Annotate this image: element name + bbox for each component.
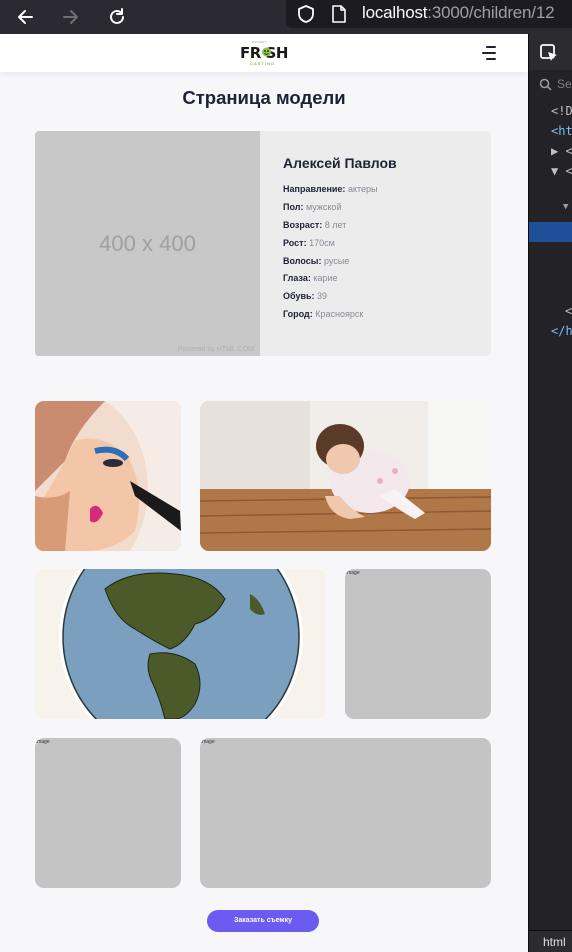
attr-key: Возраст: [283, 219, 323, 230]
attr-row: Глаза: карие [283, 273, 378, 291]
gallery-photo-baby[interactable] [200, 401, 491, 551]
dom-line[interactable]: <!D [529, 104, 572, 124]
page-title: Страница модели [182, 87, 346, 108]
arrow-left-icon [18, 10, 33, 24]
makeup-photo [35, 401, 181, 551]
model-name: Алексей Павлов [283, 155, 397, 171]
gallery-image-broken[interactable]: image [345, 569, 491, 719]
attr-key: Рост: [283, 237, 307, 248]
dom-line[interactable]: </h [529, 324, 572, 344]
logo-apple-icon [262, 47, 271, 57]
attr-value: карие [313, 273, 338, 284]
photo-placeholder-footer: Powered by HTML.COM [177, 346, 254, 353]
dom-selected-row[interactable] [529, 222, 572, 242]
menu-icon[interactable] [478, 44, 496, 62]
attr-row: Возраст: 8 лет [283, 220, 378, 238]
attr-key: Направление: [283, 184, 346, 194]
attr-value: русые [323, 255, 350, 266]
page-viewport: ПРОЕКТ FR SH CASTING Страница модели 400… [0, 34, 528, 952]
attr-value: 170см [309, 237, 335, 248]
page-icon[interactable] [330, 4, 348, 24]
devtools-search[interactable]: Se [529, 74, 572, 96]
gallery-image-broken[interactable]: image [35, 738, 181, 888]
devtools-search-placeholder: Se [557, 77, 572, 91]
element-picker-icon[interactable] [539, 43, 559, 63]
devtools-panel: Se <!D <ht ▶ < ▼ < ▼ < </h html [528, 34, 572, 952]
address-bar[interactable]: localhost:3000/children/12 [286, 0, 572, 28]
attr-value: актеры [347, 184, 378, 194]
attr-key: Волосы: [283, 255, 322, 266]
globe-photo [35, 569, 326, 719]
attr-value: мужской [305, 201, 342, 212]
attr-value: 8 лет [324, 219, 347, 230]
arrow-right-icon [63, 10, 78, 24]
image-alt-text: image [201, 739, 215, 745]
model-photo: 400 x 400 Powered by HTML.COM [35, 131, 260, 356]
site-logo[interactable]: ПРОЕКТ FR SH CASTING [238, 40, 290, 68]
dom-line[interactable]: ▶ < [529, 144, 572, 164]
url-path: :3000/children/12 [427, 3, 555, 22]
attr-row: Направление: актеры [283, 184, 378, 202]
devtools-toolbar [529, 34, 572, 70]
browser-toolbar: localhost:3000/children/12 [0, 0, 572, 34]
attr-row: Обувь: 39 [283, 291, 378, 309]
dom-line[interactable]: ▼ [529, 202, 572, 222]
attr-key: Глаза: [283, 273, 311, 284]
attr-value: Красноярск [315, 309, 364, 320]
photo-placeholder-text: 400 x 400 [99, 231, 196, 256]
gallery-photo-globe[interactable] [35, 569, 326, 719]
attr-key: Пол: [283, 201, 304, 212]
attr-key: Город: [283, 309, 313, 320]
image-alt-text: image [346, 570, 360, 576]
attr-key: Обувь: [283, 291, 315, 302]
attr-row: Пол: мужской [283, 202, 378, 220]
attr-row: Волосы: русые [283, 256, 378, 274]
devtools-breadcrumb: html [529, 930, 572, 952]
attr-row: Рост: 170см [283, 238, 378, 256]
model-attributes: Направление: актеры Пол: мужской Возраст… [283, 184, 378, 327]
dom-line[interactable]: ▼ < [529, 164, 572, 184]
shield-icon[interactable] [296, 4, 316, 24]
order-shoot-button[interactable]: Заказать съемку [207, 910, 319, 932]
forward-button[interactable] [54, 0, 88, 34]
breadcrumb-html[interactable]: html [543, 935, 566, 949]
image-alt-text: image [36, 739, 50, 745]
url-text[interactable]: localhost:3000/children/12 [362, 3, 555, 23]
model-card: 400 x 400 Powered by HTML.COM Алексей Па… [35, 131, 491, 356]
site-header: ПРОЕКТ FR SH CASTING [0, 34, 528, 72]
attr-row: Город: Красноярск [283, 309, 378, 327]
reload-icon [110, 8, 124, 24]
gallery-image-broken[interactable]: image [200, 738, 491, 888]
search-icon [539, 78, 552, 91]
gallery-photo-makeup[interactable] [35, 401, 181, 551]
baby-photo [200, 401, 491, 551]
dom-line[interactable]: <ht [529, 124, 572, 144]
dom-line[interactable]: < [529, 304, 572, 324]
attr-value: 39 [317, 291, 328, 302]
logo-subtitle: CASTING [250, 61, 275, 66]
reload-button[interactable] [100, 0, 134, 34]
back-button[interactable] [8, 0, 42, 34]
url-host: localhost [362, 3, 428, 22]
